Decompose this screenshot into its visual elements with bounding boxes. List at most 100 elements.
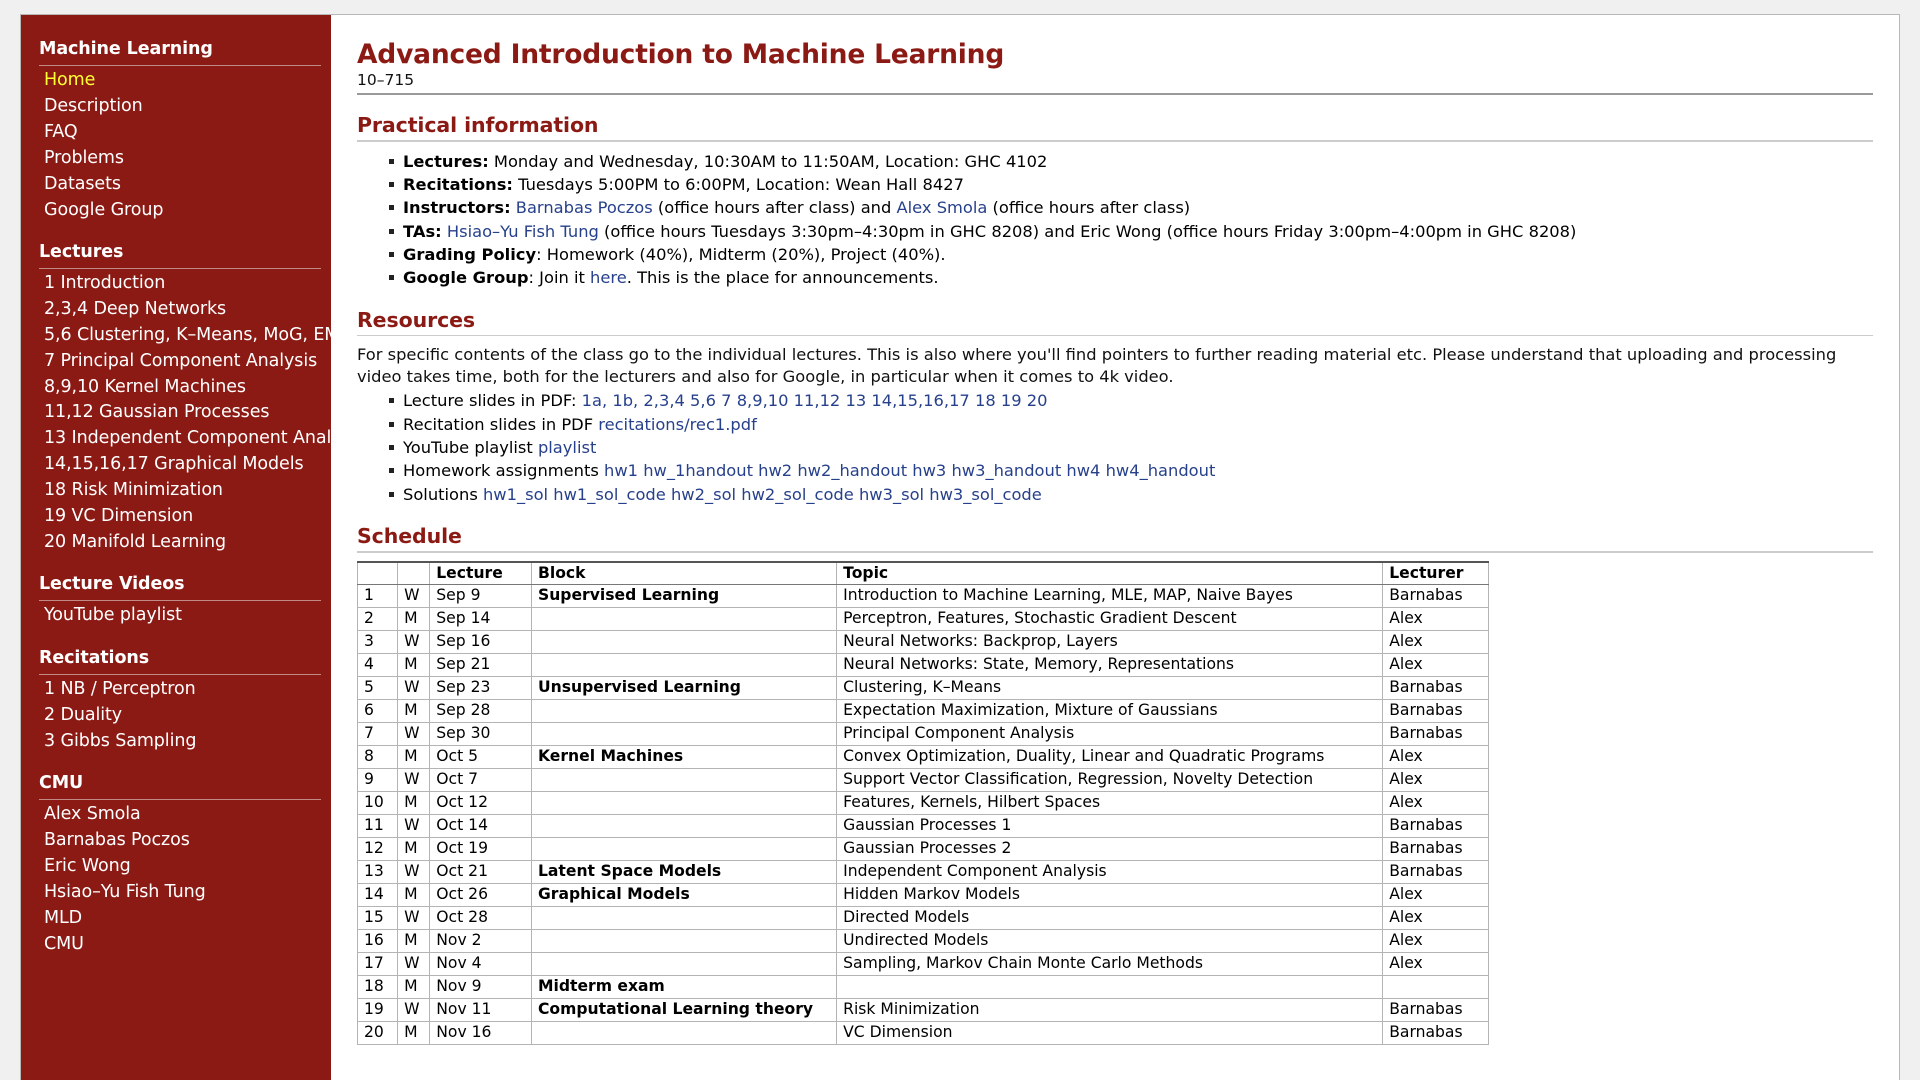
table-cell: Gaussian Processes 1 <box>836 814 1384 839</box>
table-cell: 13 <box>356 860 399 885</box>
link-slide-1a[interactable]: 1a, <box>582 391 608 410</box>
link-homework-hw2[interactable]: hw2 <box>758 461 792 480</box>
table-cell: Introduction to Machine Learning, MLE, M… <box>836 584 1384 609</box>
sidebar-item-mld[interactable]: MLD <box>21 905 331 931</box>
table-cell: 7 <box>356 722 399 747</box>
table-cell: W <box>397 860 431 885</box>
table-cell: Sep 9 <box>429 584 532 609</box>
link-homework-hw2-handout[interactable]: hw2_handout <box>797 461 907 480</box>
sidebar-group: Lecture Videos YouTube playlist <box>21 572 331 629</box>
link-solution-hw2-sol-code[interactable]: hw2_sol_code <box>741 485 854 504</box>
sidebar-item-home[interactable]: Home <box>21 68 331 94</box>
table-cell: M <box>397 837 431 862</box>
link-homework-hw4[interactable]: hw4 <box>1066 461 1100 480</box>
table-cell: 2 <box>356 607 399 632</box>
link-instructor-barnabas-poczos[interactable]: Barnabas Poczos <box>516 198 653 217</box>
link-slide-14-15-16-17[interactable]: 14,15,16,17 <box>871 391 969 410</box>
table-cell: Barnabas <box>1382 699 1489 724</box>
table-cell: W <box>397 906 431 931</box>
link-homework-hw-1handout[interactable]: hw_1handout <box>643 461 753 480</box>
link-slide-5-6[interactable]: 5,6 <box>690 391 716 410</box>
link-slide-8-9-10[interactable]: 8,9,10 <box>737 391 789 410</box>
table-cell: M <box>397 745 431 770</box>
sidebar-item-3-gibbs-sampling[interactable]: 3 Gibbs Sampling <box>21 728 331 754</box>
link-homework-hw1[interactable]: hw1 <box>604 461 638 480</box>
table-cell: Principal Component Analysis <box>836 722 1384 747</box>
section-heading-schedule: Schedule <box>357 524 462 549</box>
sidebar-group: Recitations 1 NB / Perceptron 2 Duality 3 G… <box>21 646 331 754</box>
sidebar-group-divider <box>39 599 321 601</box>
link-homework-hw3[interactable]: hw3 <box>912 461 946 480</box>
link-google-group-here[interactable]: here <box>590 268 627 287</box>
table-cell <box>836 975 1384 1000</box>
table-cell: Barnabas <box>1382 676 1489 701</box>
sidebar-item-barnabas-poczos[interactable]: Barnabas Poczos <box>21 828 331 854</box>
sidebar-item-1-nb-perceptron[interactable]: 1 NB / Perceptron <box>21 677 331 703</box>
link-ta-hsiao-yu-fish-tung[interactable]: Hsiao–Yu Fish Tung <box>447 222 599 241</box>
sidebar-item-cmu[interactable]: CMU <box>21 931 331 957</box>
link-homework-hw4-handout[interactable]: hw4_handout <box>1106 461 1216 480</box>
table-cell: Sep 14 <box>429 607 532 632</box>
link-slide-13[interactable]: 13 <box>845 391 866 410</box>
link-youtube-playlist[interactable]: playlist <box>538 438 596 457</box>
sidebar-item-20-manifold-learning[interactable]: 20 Manifold Learning <box>21 529 331 555</box>
link-slide-19[interactable]: 19 <box>1001 391 1022 410</box>
table-cell: Alex <box>1382 929 1489 954</box>
sidebar-item-2-3-4-deep-networks[interactable]: 2,3,4 Deep Networks <box>21 297 331 323</box>
sidebar-item-youtube-playlist[interactable]: YouTube playlist <box>21 603 331 629</box>
table-cell: Alex <box>1382 768 1489 793</box>
sidebar-item-7-principal-component-analysis[interactable]: 7 Principal Component Analysis <box>21 348 331 374</box>
sidebar-item-description[interactable]: Description <box>21 94 331 120</box>
table-cell: 20 <box>356 1021 399 1046</box>
sidebar-item-8-9-10-kernel-machines[interactable]: 8,9,10 Kernel Machines <box>21 374 331 400</box>
link-slide-18[interactable]: 18 <box>975 391 996 410</box>
sidebar-item-18-risk-minimization[interactable]: 18 Risk Minimization <box>21 478 331 504</box>
table-cell: 16 <box>356 929 399 954</box>
resources-intro-paragraph: For specific contents of the class go to… <box>357 345 1837 386</box>
sidebar-item-2-duality[interactable]: 2 Duality <box>21 702 331 728</box>
link-solution-hw1-sol-code[interactable]: hw1_sol_code <box>553 485 666 504</box>
link-slide-2-3-4[interactable]: 2,3,4 <box>643 391 684 410</box>
list-item-youtube-playlist: YouTube playlist playlist <box>389 436 1873 459</box>
sidebar-item-11-12-gaussian-processes[interactable]: 11,12 Gaussian Processes <box>21 400 331 426</box>
sidebar-item-19-vc-dimension[interactable]: 19 VC Dimension <box>21 503 331 529</box>
page-root: Machine Learning Home Description FAQ Proble… <box>0 0 1920 1080</box>
table-cell: Oct 21 <box>429 860 532 885</box>
sidebar-item-13-independent-component-analysis[interactable]: 13 Independent Component Analysis <box>21 426 364 452</box>
link-solution-hw3-sol[interactable]: hw3_sol <box>859 485 924 504</box>
link-solution-hw1-sol[interactable]: hw1_sol <box>483 485 548 504</box>
tas-value: (office hours Tuesdays 3:30pm–4:30pm in … <box>598 221 1577 241</box>
table-cell: M <box>397 653 431 678</box>
link-homework-hw3-handout[interactable]: hw3_handout <box>951 461 1061 480</box>
link-slide-7[interactable]: 7 <box>721 391 731 410</box>
sidebar-item-datasets[interactable]: Datasets <box>21 171 331 197</box>
table-cell: W <box>397 584 431 609</box>
link-slide-20[interactable]: 20 <box>1027 391 1048 410</box>
sidebar-item-5-6-clustering-k-means-mog-em[interactable]: 5,6 Clustering, K–Means, MoG, EM <box>21 322 339 348</box>
table-cell: M <box>397 607 431 632</box>
sidebar-item-1-introduction[interactable]: 1 Introduction <box>21 271 331 297</box>
sidebar-item-faq[interactable]: FAQ <box>21 120 331 146</box>
sidebar-item-hsiao-yu-fish-tung[interactable]: Hsiao–Yu Fish Tung <box>21 879 331 905</box>
table-cell <box>530 699 838 724</box>
link-slide-1b[interactable]: 1b, <box>612 391 638 410</box>
link-recitation-rec1-pdf[interactable]: recitations/rec1.pdf <box>598 415 757 434</box>
link-slide-11-12[interactable]: 11,12 <box>794 391 841 410</box>
table-cell: W <box>397 814 431 839</box>
list-item-recitation-slides: Recitation slides in PDF recitations/rec… <box>389 413 1873 436</box>
sidebar-item-alex-smola[interactable]: Alex Smola <box>21 802 331 828</box>
table-cell: W <box>397 630 431 655</box>
link-instructor-alex-smola[interactable]: Alex Smola <box>897 198 988 217</box>
table-cell: 17 <box>356 952 399 977</box>
sidebar-item-14-15-16-17-graphical-models[interactable]: 14,15,16,17 Graphical Models <box>21 452 331 478</box>
table-cell: Nov 2 <box>429 929 532 954</box>
link-solution-hw3-sol-code[interactable]: hw3_sol_code <box>929 485 1042 504</box>
table-row: 18 M Nov 9 Midterm exam <box>356 975 1489 1000</box>
sidebar-item-problems[interactable]: Problems <box>21 145 331 171</box>
sidebar-item-google-group[interactable]: Google Group <box>21 197 331 223</box>
link-solution-hw2-sol[interactable]: hw2_sol <box>671 485 736 504</box>
sidebar-item-eric-wong[interactable]: Eric Wong <box>21 854 331 880</box>
main-content: Advanced Introduction to Machine Learnin… <box>331 15 1899 1080</box>
solutions-label: Solutions <box>403 484 483 504</box>
table-row: 20 M Nov 16 VC Dimension Barnabas <box>356 1021 1489 1046</box>
